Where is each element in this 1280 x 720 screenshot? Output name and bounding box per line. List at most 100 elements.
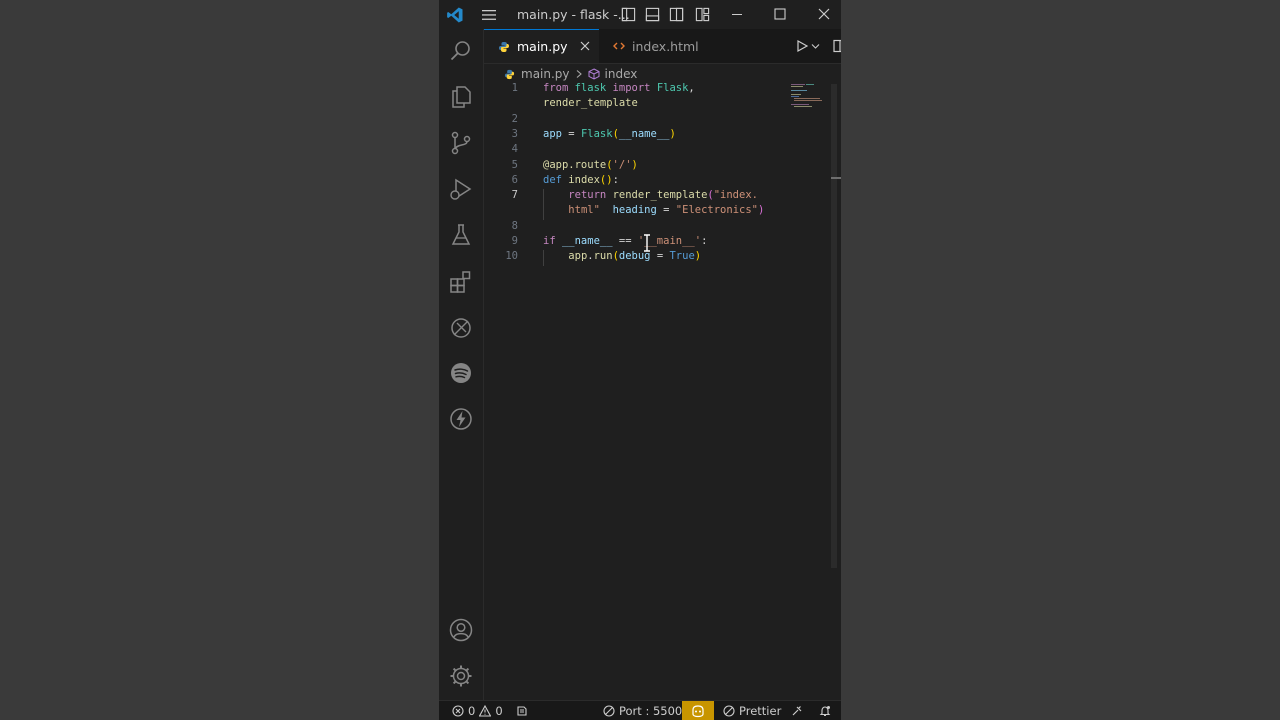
code-token: , — [688, 82, 695, 94]
prettier-label: Prettier — [739, 704, 782, 718]
warning-count: 0 — [495, 704, 503, 718]
problems-indicator[interactable]: 0 0 — [452, 701, 503, 720]
code-text: return render_template("index. — [543, 189, 758, 201]
minimap[interactable] — [789, 83, 829, 113]
run-python-file-icon[interactable] — [795, 39, 809, 53]
copilot-status[interactable] — [682, 701, 714, 720]
activity-bar — [439, 29, 484, 700]
code-token: "index. — [713, 189, 758, 202]
tab-index-html[interactable]: index.html — [599, 29, 719, 63]
code-line[interactable]: render_template — [484, 97, 829, 112]
method-cube-icon — [588, 68, 600, 80]
vertical-scrollbar[interactable] — [831, 84, 837, 568]
notifications-button[interactable] — [819, 701, 831, 720]
code-token: True — [669, 250, 695, 263]
close-tab-icon[interactable] — [579, 40, 591, 52]
python-file-icon — [504, 69, 515, 79]
code-token: "Electronics" — [675, 204, 758, 217]
code-line[interactable]: 4 — [484, 143, 829, 158]
code-token: '/' — [612, 158, 632, 171]
tab-bar: main.py index.html — [484, 29, 841, 64]
code-token: == — [618, 235, 638, 247]
code-line[interactable]: 9 if __name__ == '__main__': — [484, 235, 829, 250]
remote-explorer-icon[interactable] — [448, 315, 474, 341]
line-number: 7 — [511, 189, 518, 202]
code-token: () — [599, 173, 613, 186]
breadcrumb-symbol[interactable]: index — [588, 67, 638, 81]
code-text: app.run(debug = True) — [543, 250, 701, 262]
search-icon[interactable] — [448, 38, 474, 64]
extensions-icon[interactable] — [448, 269, 474, 295]
code-line[interactable]: 2 — [484, 113, 829, 128]
code-token: Flask — [580, 127, 613, 140]
code-token: ) — [757, 204, 765, 217]
close-window-icon[interactable] — [817, 7, 831, 21]
copilot-icon — [692, 705, 704, 718]
code-token: __name__ — [561, 235, 619, 247]
code-token: app — [543, 127, 569, 140]
indent-guide — [543, 189, 544, 220]
code-token: run — [593, 250, 613, 263]
code-token: = — [663, 204, 676, 217]
minimize-icon[interactable] — [730, 7, 744, 21]
settings-gear-icon[interactable] — [448, 663, 474, 689]
error-circle-icon — [452, 705, 464, 717]
line-number: 8 — [511, 219, 518, 232]
breadcrumb-file-label: main.py — [521, 67, 570, 81]
code-line[interactable]: 6 def index(): — [484, 174, 829, 189]
live-server-port[interactable]: Port : 5500 — [603, 701, 682, 720]
code-line[interactable]: 7 return render_template("index. — [484, 189, 829, 204]
toggle-panel-icon[interactable] — [645, 7, 660, 22]
code-line[interactable]: 10 app.run(debug = True) — [484, 250, 829, 265]
code-line[interactable]: 5 @app.route('/') — [484, 159, 829, 174]
ports-indicator[interactable] — [516, 701, 528, 720]
testing-flask-icon[interactable] — [448, 222, 474, 248]
code-line[interactable]: html" heading = "Electronics") — [484, 204, 829, 219]
feedback-person-icon — [792, 706, 802, 716]
code-line[interactable]: 8 — [484, 220, 829, 235]
hamburger-menu-icon[interactable] — [481, 7, 497, 23]
code-line[interactable]: 1 from flask import Flask, — [484, 82, 829, 97]
toggle-secondary-sidebar-icon[interactable] — [669, 7, 684, 22]
editor-area: main.py index.html main.py index 1 from … — [484, 29, 841, 700]
breadcrumb-file[interactable]: main.py — [504, 67, 570, 81]
warning-triangle-icon — [479, 705, 492, 717]
radio-tower-icon — [517, 706, 527, 716]
run-and-debug-icon[interactable] — [448, 176, 474, 202]
breadcrumb: main.py index — [484, 64, 841, 84]
breadcrumb-symbol-label: index — [604, 67, 638, 81]
error-count: 0 — [468, 704, 476, 718]
prettier-status[interactable]: Prettier — [723, 701, 781, 720]
code-token: : — [701, 235, 708, 247]
line-number: 2 — [511, 112, 518, 125]
explorer-files-icon[interactable] — [448, 84, 474, 110]
code-token: = — [568, 127, 581, 140]
maximize-icon[interactable] — [773, 7, 787, 21]
bell-icon — [819, 706, 831, 717]
customize-layout-icon[interactable] — [695, 7, 710, 22]
spotify-icon[interactable] — [448, 360, 474, 386]
code-token: def — [543, 173, 569, 186]
toggle-primary-sidebar-icon[interactable] — [621, 7, 636, 22]
code-text: html" heading = "Electronics") — [543, 204, 764, 216]
indent-guide — [543, 250, 544, 266]
code-token: index — [568, 173, 600, 186]
line-number: 6 — [511, 173, 518, 186]
line-number: 5 — [511, 158, 518, 171]
window-title: main.py - flask -... — [517, 7, 630, 22]
code-token: import — [612, 82, 657, 94]
code-token: render_template — [612, 189, 708, 202]
vscode-window: main.py - flask -... main.py index.html … — [439, 0, 841, 720]
code-token: : — [612, 173, 619, 186]
split-editor-icon[interactable] — [833, 39, 841, 53]
thunder-client-icon[interactable] — [448, 406, 474, 432]
feedback-button[interactable] — [791, 701, 803, 720]
code-line[interactable]: 3 app = Flask(__name__) — [484, 128, 829, 143]
code-token: ) — [694, 250, 702, 263]
tab-main-py[interactable]: main.py — [484, 29, 599, 63]
source-control-icon[interactable] — [448, 130, 474, 156]
accounts-icon[interactable] — [448, 617, 474, 643]
code-token: @app.route — [543, 158, 607, 171]
run-dropdown-chevron-icon[interactable] — [811, 39, 820, 53]
